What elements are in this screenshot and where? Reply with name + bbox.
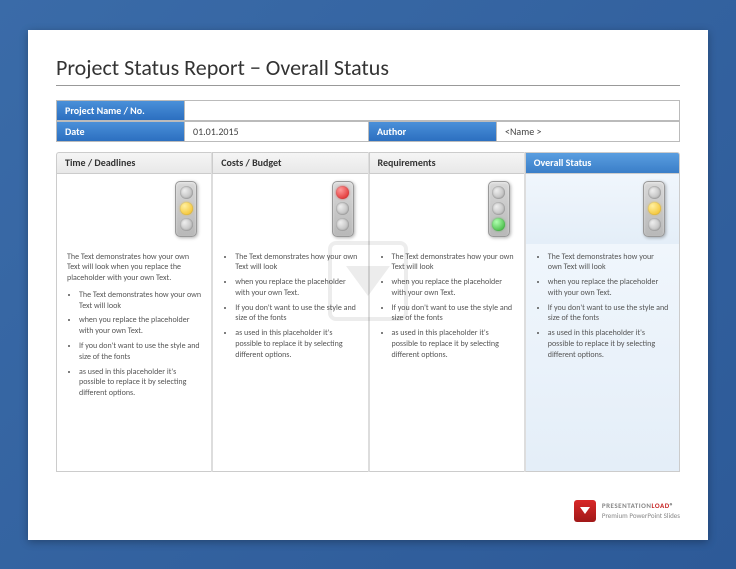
project-value bbox=[185, 101, 679, 120]
column-header: Overall Status bbox=[525, 152, 680, 174]
yellow-lamp bbox=[180, 202, 193, 215]
green-lamp bbox=[180, 218, 193, 231]
list-item: as used in this placeholder it's possibl… bbox=[548, 328, 669, 360]
list-item: If you don't want to use the style and s… bbox=[548, 303, 669, 325]
list-item: The Text demonstrates how your own Text … bbox=[79, 290, 201, 312]
column-header: Requirements bbox=[369, 152, 524, 174]
project-row: Project Name / No. bbox=[56, 100, 680, 121]
yellow-lamp bbox=[648, 202, 661, 215]
list-item: as used in this placeholder it's possibl… bbox=[79, 367, 201, 399]
date-label: Date bbox=[57, 122, 185, 141]
divider bbox=[56, 85, 680, 86]
bullet-list: The Text demonstrates how your own Text … bbox=[67, 290, 201, 399]
red-lamp bbox=[180, 186, 193, 199]
status-column: Time / Deadlines The Text demonstrates ho… bbox=[56, 152, 212, 472]
traffic-light-box bbox=[56, 174, 211, 244]
column-body: The Text demonstrates how your own Text … bbox=[525, 244, 680, 472]
logo-text: PRESENTATIONLOAD® Premium PowerPoint Sli… bbox=[602, 501, 680, 521]
traffic-light-icon bbox=[332, 181, 354, 237]
list-item: when you replace the placeholder with yo… bbox=[548, 277, 669, 299]
bullet-list: The Text demonstrates how your own Text … bbox=[536, 252, 669, 361]
red-lamp bbox=[648, 186, 661, 199]
intro-text: The Text demonstrates how your own Text … bbox=[67, 252, 201, 284]
author-value: <Name > bbox=[497, 122, 679, 141]
traffic-light-icon bbox=[488, 181, 510, 237]
traffic-light-box bbox=[212, 174, 367, 244]
traffic-light-box bbox=[369, 174, 524, 244]
slide: Project Status Report − Overall Status P… bbox=[28, 30, 708, 540]
list-item: If you don't want to use the style and s… bbox=[392, 303, 514, 325]
brand-tagline: Premium PowerPoint Slides bbox=[602, 511, 680, 520]
column-header: Time / Deadlines bbox=[56, 152, 211, 174]
traffic-light-box bbox=[525, 174, 680, 244]
watermark-icon bbox=[328, 241, 408, 321]
project-label: Project Name / No. bbox=[57, 101, 185, 120]
brand-part1: PRESENTATION bbox=[602, 501, 652, 510]
list-item: If you don't want to use the style and s… bbox=[79, 341, 201, 363]
traffic-light-icon bbox=[643, 181, 665, 237]
green-lamp bbox=[648, 218, 661, 231]
column-header: Costs / Budget bbox=[212, 152, 367, 174]
footer-brand: PRESENTATIONLOAD® Premium PowerPoint Sli… bbox=[574, 500, 680, 522]
logo-icon bbox=[574, 500, 596, 522]
green-lamp bbox=[492, 218, 505, 231]
date-value: 01.01.2015 bbox=[185, 122, 369, 141]
author-label: Author bbox=[369, 122, 497, 141]
date-author-row: Date 01.01.2015 Author <Name > bbox=[56, 121, 680, 142]
list-item: The Text demonstrates how your own Text … bbox=[392, 252, 514, 274]
yellow-lamp bbox=[492, 202, 505, 215]
list-item: as used in this placeholder it's possibl… bbox=[235, 328, 357, 360]
brand-part2: LOAD bbox=[651, 501, 669, 510]
status-column: Overall Status The Text demonstrates how … bbox=[525, 152, 680, 472]
list-item: when you replace the placeholder with yo… bbox=[392, 277, 514, 299]
page-title: Project Status Report − Overall Status bbox=[56, 54, 680, 81]
yellow-lamp bbox=[336, 202, 349, 215]
list-item: when you replace the placeholder with yo… bbox=[79, 315, 201, 337]
red-lamp bbox=[492, 186, 505, 199]
list-item: as used in this placeholder it's possibl… bbox=[392, 328, 514, 360]
red-lamp bbox=[336, 186, 349, 199]
green-lamp bbox=[336, 218, 349, 231]
column-body: The Text demonstrates how your own Text … bbox=[56, 244, 211, 472]
traffic-light-icon bbox=[175, 181, 197, 237]
list-item: The Text demonstrates how your own Text … bbox=[548, 252, 669, 274]
